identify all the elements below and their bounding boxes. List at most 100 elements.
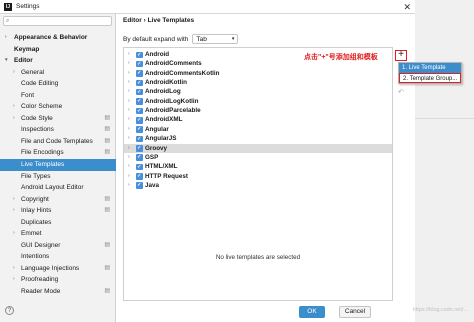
chevron-down-icon: ▾ bbox=[231, 36, 235, 42]
chevron-right-icon[interactable]: › bbox=[128, 97, 130, 106]
group-checkbox[interactable]: ✓ bbox=[136, 70, 143, 77]
chevron-right-icon[interactable]: › bbox=[128, 181, 130, 190]
group-checkbox[interactable]: ✓ bbox=[136, 51, 143, 59]
chevron-right-icon[interactable]: › bbox=[128, 125, 130, 134]
chevron-right-icon[interactable]: › bbox=[13, 205, 15, 217]
group-checkbox[interactable]: ✓ bbox=[136, 88, 143, 96]
chevron-right-icon[interactable]: › bbox=[128, 162, 130, 171]
template-group-row[interactable]: › ✓ HTML/XML bbox=[124, 162, 392, 171]
sidebar-item[interactable]: Duplicates bbox=[0, 217, 116, 229]
group-checkbox[interactable]: ✓ bbox=[136, 60, 143, 68]
sidebar-item[interactable]: › Copyright ▤ bbox=[0, 194, 116, 206]
menu-item-template-group[interactable]: 2. Template Group... bbox=[399, 73, 461, 83]
ok-button[interactable]: OK bbox=[299, 306, 325, 318]
sidebar-item[interactable]: Android Layout Editor bbox=[0, 182, 116, 194]
sidebar-item[interactable]: Code Editing bbox=[0, 78, 116, 90]
sidebar-item[interactable]: ▾ Editor bbox=[0, 55, 116, 67]
add-button[interactable]: + bbox=[395, 50, 407, 61]
chevron-right-icon[interactable]: › bbox=[128, 115, 130, 124]
group-checkbox[interactable]: ✓ bbox=[136, 98, 143, 105]
template-group-row[interactable]: › ✓ Groovy bbox=[124, 143, 392, 153]
sidebar-item[interactable]: › Color Scheme bbox=[0, 101, 116, 113]
template-group-label: Groovy bbox=[145, 144, 168, 152]
template-group-row[interactable]: › ✓ AndroidKotlin bbox=[124, 78, 392, 87]
template-group-row[interactable]: › ✓ AndroidCommentsKotlin bbox=[124, 69, 392, 78]
chevron-right-icon[interactable]: › bbox=[128, 172, 130, 181]
sidebar-item-label: Editor bbox=[14, 57, 33, 65]
chevron-right-icon[interactable]: › bbox=[128, 59, 130, 68]
menu-item-live-template[interactable]: 1. Live Template bbox=[399, 63, 461, 73]
sidebar-item[interactable]: Keymap bbox=[0, 44, 116, 56]
chevron-right-icon[interactable]: › bbox=[128, 106, 130, 115]
watermark: https://blog.csdn.net/... bbox=[412, 307, 468, 313]
group-checkbox[interactable]: ✓ bbox=[136, 126, 143, 133]
chevron-right-icon[interactable]: › bbox=[13, 113, 15, 125]
chevron-right-icon[interactable]: › bbox=[13, 228, 15, 240]
group-checkbox[interactable]: ✓ bbox=[136, 182, 143, 189]
help-button[interactable]: ? bbox=[5, 306, 14, 315]
template-group-row[interactable]: › ✓ AndroidXML bbox=[124, 115, 392, 124]
sidebar-item[interactable]: Inspections ▤ bbox=[0, 124, 116, 136]
sidebar-item[interactable]: Reader Mode ▤ bbox=[0, 286, 116, 298]
template-group-row[interactable]: › ✓ Java bbox=[124, 181, 392, 190]
chevron-right-icon[interactable]: › bbox=[13, 263, 15, 275]
project-settings-icon: ▤ bbox=[104, 195, 110, 202]
sidebar-item[interactable]: › Emmet bbox=[0, 228, 116, 240]
chevron-right-icon[interactable]: › bbox=[128, 144, 130, 153]
sidebar-item[interactable]: File Types bbox=[0, 171, 116, 183]
expand-with-select[interactable]: Tab ▾ bbox=[192, 34, 239, 44]
sidebar-item[interactable]: › Language Injections ▤ bbox=[0, 263, 116, 275]
chevron-right-icon[interactable]: › bbox=[128, 78, 130, 87]
search-input[interactable]: ⌕ bbox=[3, 16, 112, 26]
group-checkbox[interactable]: ✓ bbox=[136, 107, 143, 115]
sidebar-item-label: File Types bbox=[21, 172, 51, 180]
sidebar-item[interactable]: Intentions bbox=[0, 251, 116, 263]
cancel-button[interactable]: Cancel bbox=[339, 306, 371, 318]
project-settings-icon: ▤ bbox=[104, 207, 110, 214]
template-group-label: Java bbox=[145, 181, 160, 189]
chevron-right-icon[interactable]: › bbox=[13, 194, 15, 206]
group-checkbox[interactable]: ✓ bbox=[136, 173, 143, 180]
template-group-row[interactable]: › ✓ AngularJS bbox=[124, 134, 392, 143]
annotation-text: 点击"+"号添加组和模板 bbox=[304, 54, 378, 61]
template-group-row[interactable]: › ✓ HTTP Request bbox=[124, 172, 392, 181]
sidebar-item[interactable]: Font bbox=[0, 90, 116, 102]
chevron-right-icon[interactable]: › bbox=[128, 153, 130, 162]
breadcrumb-parent[interactable]: Editor bbox=[123, 17, 142, 24]
chevron-right-icon[interactable]: › bbox=[128, 50, 130, 59]
group-checkbox[interactable]: ✓ bbox=[136, 117, 143, 124]
sidebar-item[interactable]: › Code Style ▤ bbox=[0, 113, 116, 125]
chevron-right-icon[interactable]: › bbox=[13, 274, 15, 286]
chevron-down-icon[interactable]: ▾ bbox=[5, 55, 8, 67]
sidebar-item-label: Android Layout Editor bbox=[21, 184, 84, 192]
sidebar-item[interactable]: Live Templates bbox=[0, 159, 116, 171]
template-group-row[interactable]: › ✓ AndroidLog bbox=[124, 87, 392, 96]
chevron-right-icon[interactable]: › bbox=[5, 32, 7, 44]
chevron-right-icon[interactable]: › bbox=[13, 101, 15, 113]
group-checkbox[interactable]: ✓ bbox=[136, 154, 143, 161]
sidebar-item[interactable]: File Encodings ▤ bbox=[0, 147, 116, 159]
chevron-right-icon[interactable]: › bbox=[128, 134, 130, 143]
sidebar-item-label: Code Style bbox=[21, 114, 53, 122]
chevron-right-icon[interactable]: › bbox=[13, 67, 15, 79]
project-settings-icon: ▤ bbox=[104, 126, 110, 133]
sidebar-item[interactable]: › Appearance & Behavior bbox=[0, 32, 116, 44]
sidebar-item[interactable]: GUI Designer ▤ bbox=[0, 240, 116, 252]
template-group-row[interactable]: › ✓ AndroidParcelable bbox=[124, 106, 392, 115]
chevron-right-icon[interactable]: › bbox=[128, 87, 130, 96]
undo-icon[interactable]: ↶ bbox=[398, 88, 404, 96]
group-checkbox[interactable]: ✓ bbox=[136, 79, 143, 87]
group-checkbox[interactable]: ✓ bbox=[136, 163, 143, 171]
close-icon[interactable]: ✕ bbox=[403, 2, 411, 13]
group-checkbox[interactable]: ✓ bbox=[136, 135, 143, 143]
group-checkbox[interactable]: ✓ bbox=[136, 145, 143, 152]
template-group-row[interactable]: › ✓ Angular bbox=[124, 125, 392, 134]
chevron-right-icon[interactable]: › bbox=[128, 69, 130, 78]
template-group-row[interactable]: › ✓ GSP bbox=[124, 153, 392, 162]
sidebar-item[interactable]: File and Code Templates ▤ bbox=[0, 136, 116, 148]
sidebar-item[interactable]: › Inlay Hints ▤ bbox=[0, 205, 116, 217]
template-group-row[interactable]: › ✓ AndroidLogKotlin bbox=[124, 97, 392, 106]
sidebar-item[interactable]: › General bbox=[0, 67, 116, 79]
add-popup-menu: 1. Live Template 2. Template Group... bbox=[398, 62, 462, 84]
sidebar-item[interactable]: › Proofreading bbox=[0, 274, 116, 286]
